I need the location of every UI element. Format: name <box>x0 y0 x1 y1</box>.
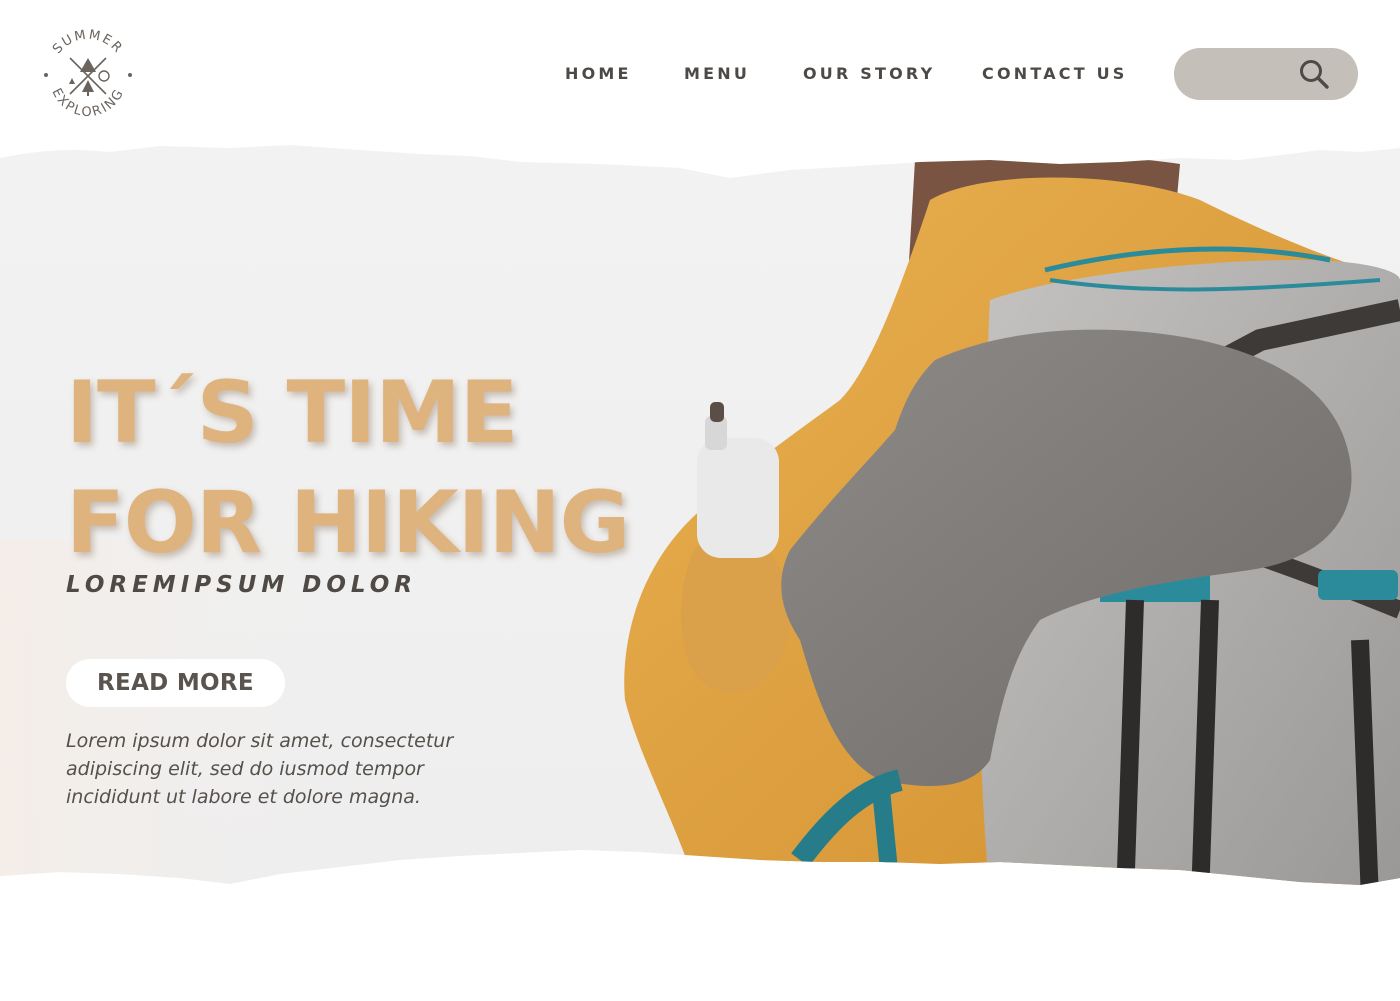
landing-page: SUMMER EXPLORING HOME MENU OUR STORY CON… <box>0 0 1400 1001</box>
read-more-button[interactable]: READ MORE <box>66 659 285 707</box>
hero-subheadline: LOREMIPSUM DOLOR <box>66 572 417 598</box>
headline-line-2: FOR HIKING <box>66 473 630 573</box>
search-icon[interactable] <box>1298 58 1330 90</box>
search-input[interactable] <box>1192 61 1292 87</box>
hero-headline: IT´S TIME FOR HIKING <box>66 358 686 578</box>
nav-menu-link[interactable]: MENU <box>684 64 750 83</box>
logo-top-text: SUMMER <box>50 28 124 57</box>
summer-exploring-logo[interactable]: SUMMER EXPLORING <box>38 28 138 122</box>
nav-home-link[interactable]: HOME <box>565 64 632 83</box>
hero-section: IT´S TIME FOR HIKING LOREMIPSUM DOLOR RE… <box>0 140 1400 900</box>
headline-line-1: IT´S TIME <box>66 363 519 463</box>
svg-text:SUMMER: SUMMER <box>50 28 126 57</box>
hero-body-text: Lorem ipsum dolor sit amet, consectetur … <box>66 730 454 808</box>
nav-contact-us-link[interactable]: CONTACT US <box>982 64 1128 83</box>
logo-emblem-icon: SUMMER EXPLORING <box>44 28 132 120</box>
search-bar[interactable] <box>1174 48 1358 100</box>
nav-our-story-link[interactable]: OUR STORY <box>803 64 935 83</box>
